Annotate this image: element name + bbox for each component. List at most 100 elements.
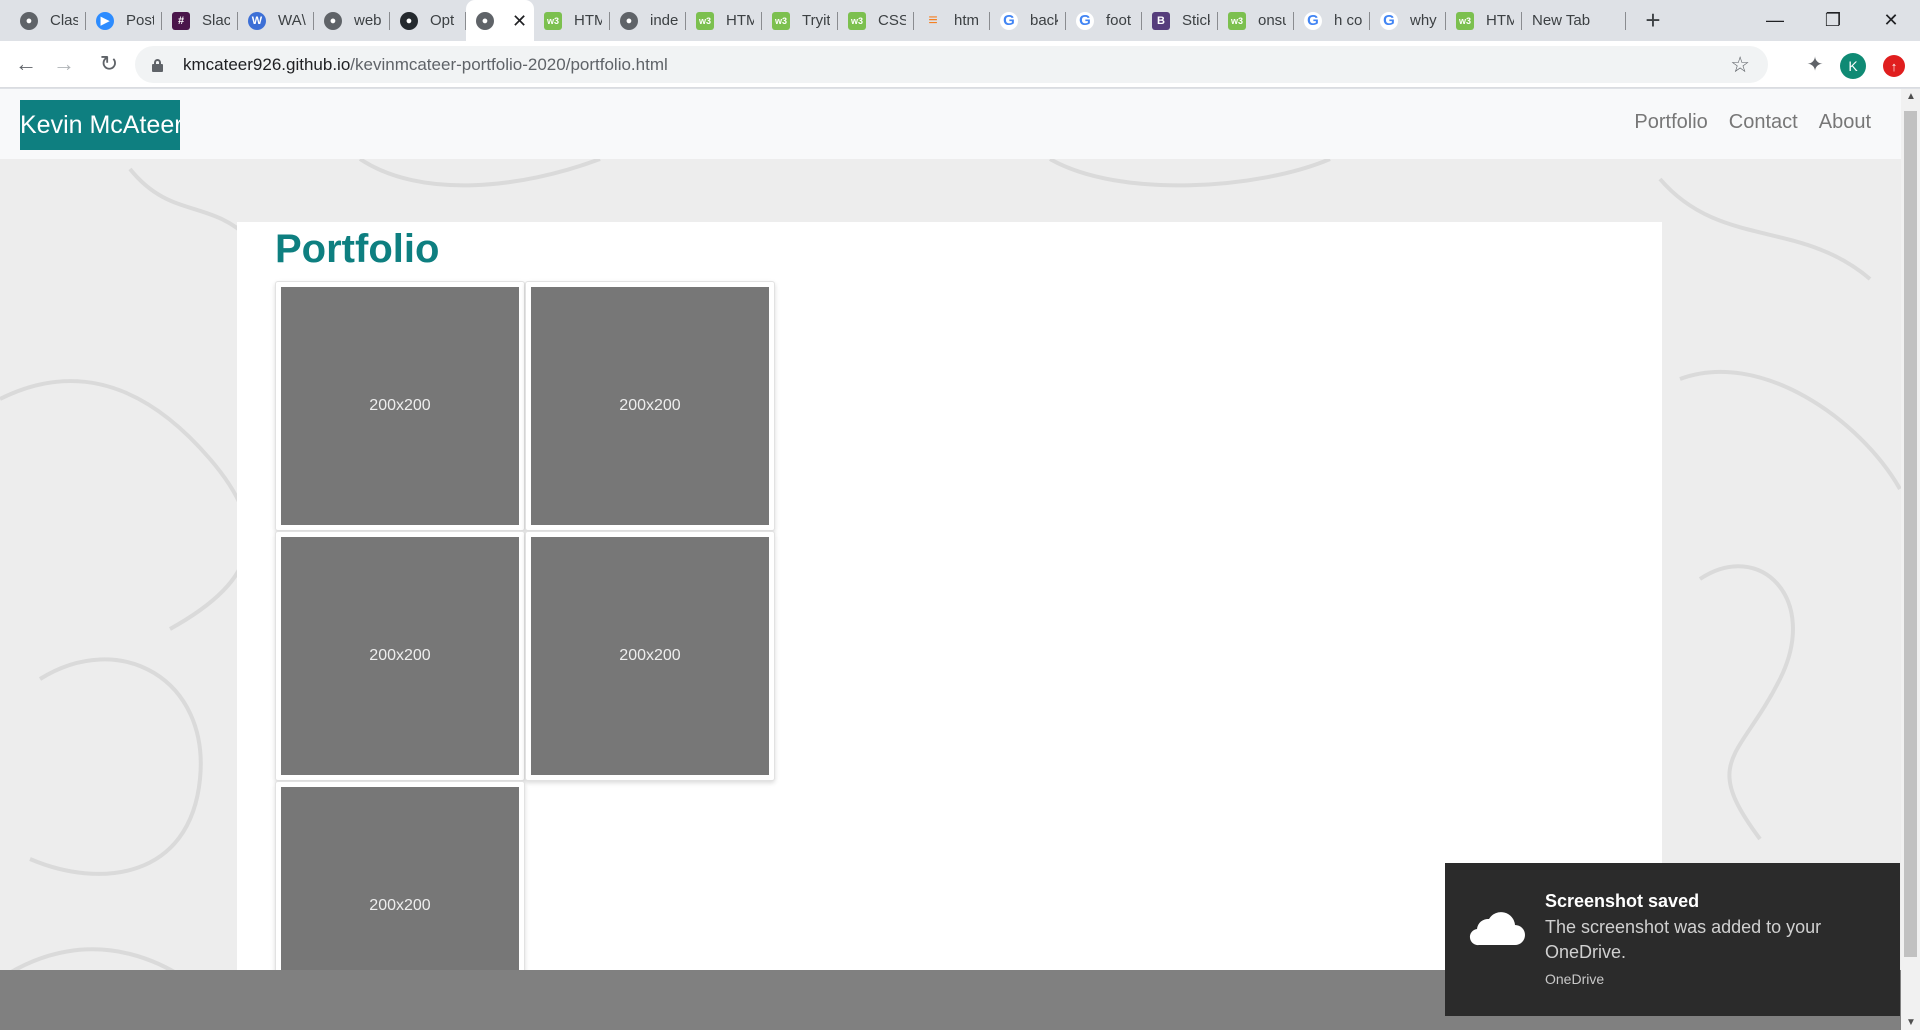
wa-icon: W: [248, 11, 266, 30]
update-icon[interactable]: ↑: [1883, 55, 1905, 77]
close-window-icon[interactable]: ✕: [1862, 0, 1920, 41]
tab-11[interactable]: w3 CSS: [838, 0, 914, 41]
tab-title: Stick: [1182, 12, 1210, 29]
forward-icon[interactable]: →: [45, 45, 83, 83]
w3schools-icon: w3: [1456, 11, 1474, 30]
portfolio-thumbnail[interactable]: 200x200: [525, 531, 775, 781]
url-host: kmcateer926.github.io: [183, 54, 351, 74]
tab-title: WA\: [278, 12, 306, 29]
tab-new[interactable]: New Tab: [1522, 0, 1626, 41]
bootstrap-icon: B: [1152, 11, 1170, 30]
w3schools-icon: w3: [1228, 11, 1246, 30]
portfolio-thumbnail[interactable]: 200x200: [275, 281, 525, 531]
tab-19[interactable]: w3 HTM: [1446, 0, 1522, 41]
site-nav-links: Portfolio Contact About: [1634, 111, 1871, 134]
tab-title: HTM: [574, 12, 602, 29]
close-tab-icon[interactable]: ✕: [512, 12, 527, 30]
tab-2[interactable]: # Slac: [162, 0, 238, 41]
profile-avatar[interactable]: K: [1840, 53, 1866, 79]
stackoverflow-icon: ≡: [928, 11, 938, 29]
tab-14[interactable]: Gfoot: [1066, 0, 1142, 41]
tab-title: inde: [650, 12, 678, 29]
image-placeholder: 200x200: [281, 537, 519, 775]
globe-icon: ●: [324, 11, 342, 30]
tab-0[interactable]: ● Clas: [10, 0, 86, 41]
tab-title: HTM: [1486, 12, 1514, 29]
google-icon: G: [1380, 11, 1398, 30]
tab-title: CSS: [878, 12, 906, 29]
globe-icon: ●: [476, 11, 494, 30]
tab-8[interactable]: ● inde: [610, 0, 686, 41]
window-controls: — ❐ ✕: [1746, 0, 1920, 41]
notification-title: Screenshot saved: [1545, 891, 1700, 911]
url-path: /kevinmcateer-portfolio-2020/portfolio.h…: [350, 54, 668, 74]
tab-10[interactable]: w3 Tryit: [762, 0, 838, 41]
tab-title: HTM: [726, 12, 754, 29]
w3schools-icon: w3: [696, 11, 714, 30]
site-navbar: Kevin McAteer Portfolio Contact About: [0, 89, 1901, 159]
globe-icon: ●: [620, 11, 638, 30]
slack-icon: #: [172, 11, 190, 30]
w3schools-icon: w3: [848, 11, 866, 30]
back-icon[interactable]: ←: [7, 45, 45, 83]
zoom-icon: ▶: [96, 11, 114, 30]
tab-6[interactable]: ●I✕: [466, 0, 534, 41]
tab-5[interactable]: ● Opt: [390, 0, 466, 41]
tab-title: Opt: [430, 12, 455, 29]
tab-17[interactable]: Gh co: [1294, 0, 1370, 41]
github-icon: ●: [400, 11, 418, 30]
globe-icon: ●: [20, 11, 38, 30]
reload-icon[interactable]: ↻: [90, 45, 128, 83]
google-icon: G: [1000, 11, 1018, 30]
tab-18[interactable]: Gwhy: [1370, 0, 1446, 41]
tab-title: why: [1410, 12, 1437, 29]
page-scrollbar[interactable]: ▲ ▼: [1901, 89, 1920, 1030]
scroll-down-icon[interactable]: ▼: [1906, 1017, 1916, 1028]
tab-title: h co: [1334, 12, 1362, 29]
tab-title: New Tab: [1532, 12, 1591, 29]
tab-3[interactable]: W WA\: [238, 0, 314, 41]
restore-icon[interactable]: ❐: [1804, 0, 1862, 41]
scroll-up-icon[interactable]: ▲: [1906, 91, 1916, 102]
w3schools-icon: w3: [544, 11, 562, 30]
portfolio-thumbnail[interactable]: 200x200: [275, 531, 525, 781]
google-icon: G: [1304, 11, 1322, 30]
bookmark-star-icon[interactable]: ☆: [1730, 52, 1750, 78]
new-tab-plus-icon[interactable]: +: [1638, 0, 1668, 41]
tab-12[interactable]: ≡ htm: [914, 0, 990, 41]
tab-title: back: [1030, 12, 1058, 29]
lock-icon[interactable]: [151, 58, 165, 72]
tab-15[interactable]: B Stick: [1142, 0, 1218, 41]
browser-toolbar: ← → ↻ kmcateer926.github.io/kevinmcateer…: [0, 41, 1920, 88]
nav-link-about[interactable]: About: [1819, 111, 1871, 134]
image-placeholder: 200x200: [531, 287, 769, 525]
nav-link-contact[interactable]: Contact: [1729, 111, 1798, 134]
tab-title: htm: [954, 12, 980, 29]
tab-9[interactable]: w3 HTM: [686, 0, 762, 41]
nav-link-portfolio[interactable]: Portfolio: [1634, 111, 1707, 134]
google-icon: G: [1076, 11, 1094, 30]
minimize-icon[interactable]: —: [1746, 0, 1804, 41]
scrollbar-thumb[interactable]: [1904, 111, 1917, 957]
w3schools-icon: w3: [772, 11, 790, 30]
tab-7[interactable]: w3 HTM: [534, 0, 610, 41]
url-text[interactable]: kmcateer926.github.io/kevinmcateer-portf…: [183, 55, 668, 75]
tab-1[interactable]: ▶ Post: [86, 0, 162, 41]
address-bar[interactable]: kmcateer926.github.io/kevinmcateer-portf…: [135, 46, 1768, 83]
portfolio-thumbnail[interactable]: 200x200: [525, 281, 775, 531]
notification-source: OneDrive: [1545, 971, 1605, 987]
tab-16[interactable]: w3 onsu: [1218, 0, 1294, 41]
image-placeholder: 200x200: [531, 537, 769, 775]
tab-title: onsu: [1258, 12, 1286, 29]
tab-list: ● Clas ▶ Post # Slac W WA\ ● web ● Opt ●I✕ w3 HTM ● inde…: [0, 0, 1668, 41]
tab-13[interactable]: Gback: [990, 0, 1066, 41]
tab-title: Slac: [202, 12, 230, 29]
tab-title: foot: [1106, 12, 1132, 29]
tab-title: web: [354, 12, 382, 29]
onedrive-notification[interactable]: Screenshot saved The screenshot was adde…: [1445, 863, 1900, 1016]
notification-body: The screenshot was added to your OneDriv…: [1545, 917, 1822, 962]
image-placeholder: 200x200: [281, 287, 519, 525]
site-brand[interactable]: Kevin McAteer: [20, 100, 180, 150]
tab-4[interactable]: ● web: [314, 0, 390, 41]
extensions-icon[interactable]: ✦: [1800, 49, 1830, 79]
